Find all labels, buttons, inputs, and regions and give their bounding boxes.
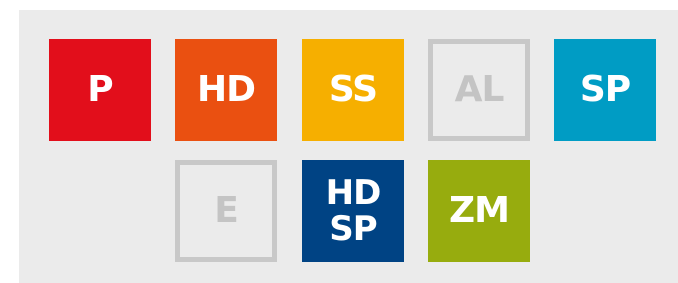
tile-label: E: [214, 190, 239, 231]
legend-panel: P HD SS AL SP E HD SP ZM: [19, 10, 678, 283]
tile-sp: SP: [554, 39, 656, 141]
tile-hd-sp: HD SP: [302, 160, 404, 262]
tile-label: P: [87, 69, 113, 110]
tile-hd: HD: [175, 39, 277, 141]
tile-label-line-1: HD: [325, 173, 382, 213]
tile-label: SP: [579, 69, 631, 110]
tile-ss: SS: [302, 39, 404, 141]
tile-label: HD: [196, 69, 256, 110]
tile-label: AL: [454, 69, 505, 110]
tile-p: P: [49, 39, 151, 141]
tile-label-line-2: SP: [329, 209, 377, 249]
tile-zm: ZM: [428, 160, 530, 262]
tile-al: AL: [428, 39, 530, 141]
tile-label: ZM: [449, 190, 510, 231]
tile-e: E: [175, 160, 277, 262]
tile-label: SS: [328, 69, 378, 110]
